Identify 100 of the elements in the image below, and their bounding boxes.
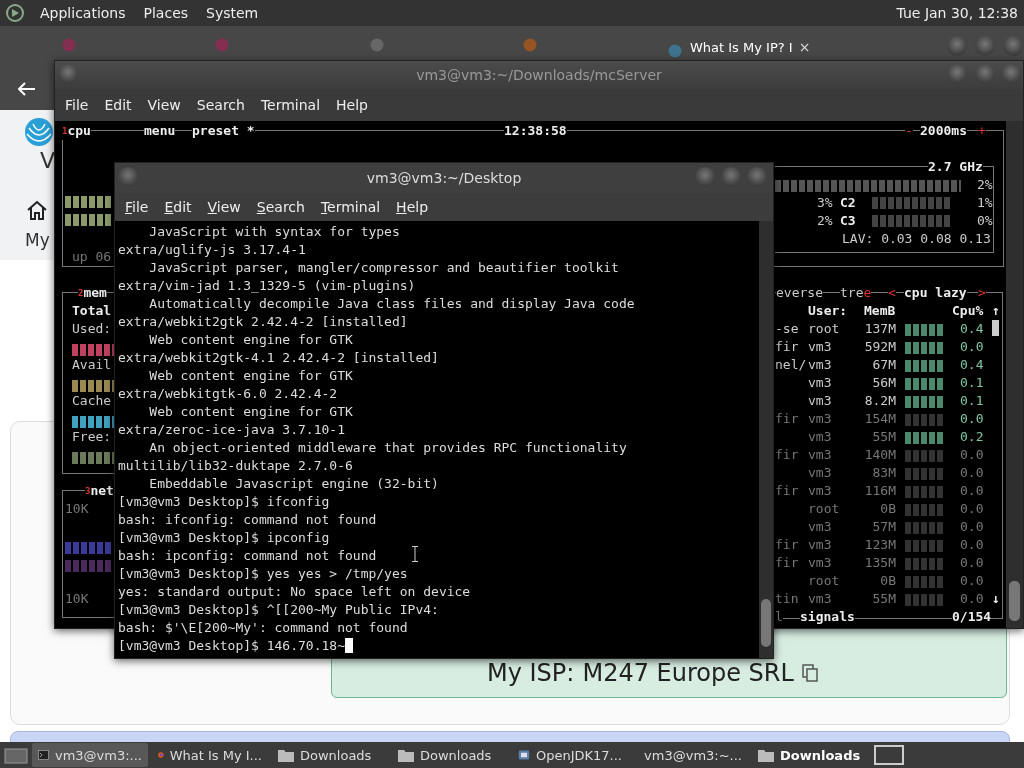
maximize-button[interactable] [975, 64, 995, 84]
process-mini-graph [905, 414, 943, 426]
taskbar-item[interactable]: OpenJDK17... [512, 743, 628, 767]
nav-label[interactable]: My [25, 230, 50, 250]
cpu-graph [65, 196, 111, 208]
upload-graph [65, 560, 111, 572]
tab-icon [215, 38, 229, 52]
menu-item[interactable]: Help [328, 93, 376, 117]
show-desktop-icon[interactable] [4, 746, 28, 764]
terminal-line: Web content engine for GTK [148, 368, 353, 383]
terminal-line: [vm3@vm3 Desktop]$ ^[[200~My Public IPv4: [118, 602, 439, 617]
taskbar-item[interactable]: Downloads [752, 743, 868, 767]
process-mini-graph [905, 432, 943, 444]
window-menu-button[interactable] [58, 64, 78, 84]
close-button[interactable] [1001, 64, 1021, 84]
taskbar-item[interactable]: Downloads [392, 743, 508, 767]
home-icon[interactable] [26, 200, 48, 220]
isp-value: M247 Europe SRL [582, 659, 794, 687]
menu-item[interactable]: Edit [96, 93, 140, 117]
menu-item[interactable]: Terminal [252, 93, 329, 117]
process-mini-graph [905, 540, 943, 552]
memory-graph [72, 416, 114, 428]
clock[interactable]: Tue Jan 30, 12:38 [896, 5, 1018, 21]
window-menu-button[interactable] [118, 167, 138, 187]
back-arrow-icon[interactable] [18, 82, 36, 96]
process-mini-graph [905, 342, 943, 354]
isp-label: My ISP: [487, 659, 575, 687]
taskbar-item[interactable]: What Is My I... [152, 743, 268, 767]
signals-label[interactable]: signals [800, 608, 855, 626]
cpu-graph [65, 214, 111, 226]
menu-item[interactable]: Terminal [312, 195, 389, 219]
scrollbar[interactable] [759, 221, 773, 658]
process-mini-graph [905, 396, 943, 408]
menu-item[interactable]: Search [188, 93, 253, 117]
terminal-line: extra/webkitgtk-6.0 2.42.4-2 [118, 386, 338, 401]
workspace-switcher[interactable] [874, 745, 904, 765]
panel-menu[interactable]: System [204, 3, 261, 23]
terminal-line: extra/webkit2gtk 2.42.4-2 [installed] [118, 314, 408, 329]
terminal-line: yes: standard output: No space left on device [118, 584, 471, 599]
terminal-line: Web content engine for GTK [148, 332, 353, 347]
window-title: vm3@vm3:~/Desktop [366, 170, 522, 186]
terminal-line: bash: ifconfig: command not found [118, 512, 377, 527]
process-command: nel/ [775, 356, 807, 374]
menu-item[interactable]: View [199, 195, 249, 219]
terminal-line: bash: $'\E[200~My': command not found [118, 620, 408, 635]
terminal-line: [vm3@vm3 Desktop]$ 146.70.18~ [118, 638, 345, 653]
process-mini-graph [905, 486, 943, 498]
logo-text: V [40, 148, 56, 173]
terminal-line: Automatically decompile Java class files and display Java code [148, 296, 635, 311]
download-graph [65, 542, 111, 554]
menu-item[interactable]: Help [388, 195, 437, 219]
process-mini-graph [905, 576, 943, 588]
sort-mode: cpu lazy [904, 284, 967, 302]
minimize-button[interactable] [695, 167, 715, 187]
terminal-line: Embeddable Javascript engine (32-bit) [148, 476, 439, 491]
memory-graph [72, 344, 114, 356]
tab-icon [62, 38, 76, 52]
terminal-line: [vm3@vm3 Desktop]$ ifconfig [118, 494, 330, 509]
minimize-button[interactable] [947, 64, 967, 84]
process-mini-graph [905, 324, 943, 336]
menu-item[interactable]: File [57, 93, 97, 117]
terminal-line: An object-oriented middleware that provides RPC functionality [148, 440, 627, 455]
panel-menu[interactable]: Applications [38, 3, 128, 23]
terminal-line: bash: ipconfig: command not found [118, 548, 377, 563]
close-button[interactable] [747, 167, 767, 187]
scrollbar[interactable] [1006, 121, 1023, 628]
copy-icon[interactable] [801, 664, 818, 682]
window-title: vm3@vm3:~/Downloads/mcServer [416, 67, 662, 83]
menu-item[interactable]: Edit [156, 195, 200, 219]
process-mini-graph [905, 558, 943, 570]
taskbar-item[interactable]: vm3@vm3:... [32, 743, 148, 767]
maximize-button[interactable] [975, 36, 995, 56]
distro-logo-icon [6, 4, 24, 22]
menu-item[interactable]: Search [248, 195, 313, 219]
process-mini-graph [905, 378, 943, 390]
terminal-line: JavaScript with syntax for types [148, 224, 400, 239]
terminal-line: extra/webkit2gtk-4.1 2.42.4-2 [installed] [118, 350, 439, 365]
maximize-button[interactable] [721, 167, 741, 187]
minimize-button[interactable] [947, 36, 967, 56]
terminal-line: multilib/lib32-duktape 2.7.0-6 [118, 458, 353, 473]
menu-item[interactable]: File [117, 195, 157, 219]
scroll-thumb[interactable] [992, 320, 999, 336]
terminal-line: Web content engine for GTK [148, 404, 353, 419]
terminal-line: [vm3@vm3 Desktop]$ ipconfig [118, 530, 330, 545]
taskbar-item[interactable]: Downloads [272, 743, 388, 767]
tab-icon [668, 44, 682, 58]
menu-item[interactable]: View [139, 93, 189, 117]
terminal-line: extra/uglify-js 3.17.4-1 [118, 242, 306, 257]
panel-menu[interactable]: Places [141, 3, 191, 23]
terminal-line: [vm3@vm3 Desktop]$ yes yes > /tmp/yes [118, 566, 408, 581]
close-button[interactable] [1003, 36, 1023, 56]
memory-graph [72, 380, 114, 392]
terminal-line: extra/zeroc-ice-java 3.7.10-1 [118, 422, 345, 437]
terminal-icon [38, 748, 49, 762]
process-mini-graph [905, 360, 943, 372]
globe-logo-icon [25, 118, 53, 146]
taskbar-item[interactable]: vm3@vm3:~... [632, 743, 748, 767]
process-mini-graph [905, 468, 943, 480]
process-mini-graph [905, 504, 943, 516]
close-icon[interactable]: × [798, 39, 811, 55]
